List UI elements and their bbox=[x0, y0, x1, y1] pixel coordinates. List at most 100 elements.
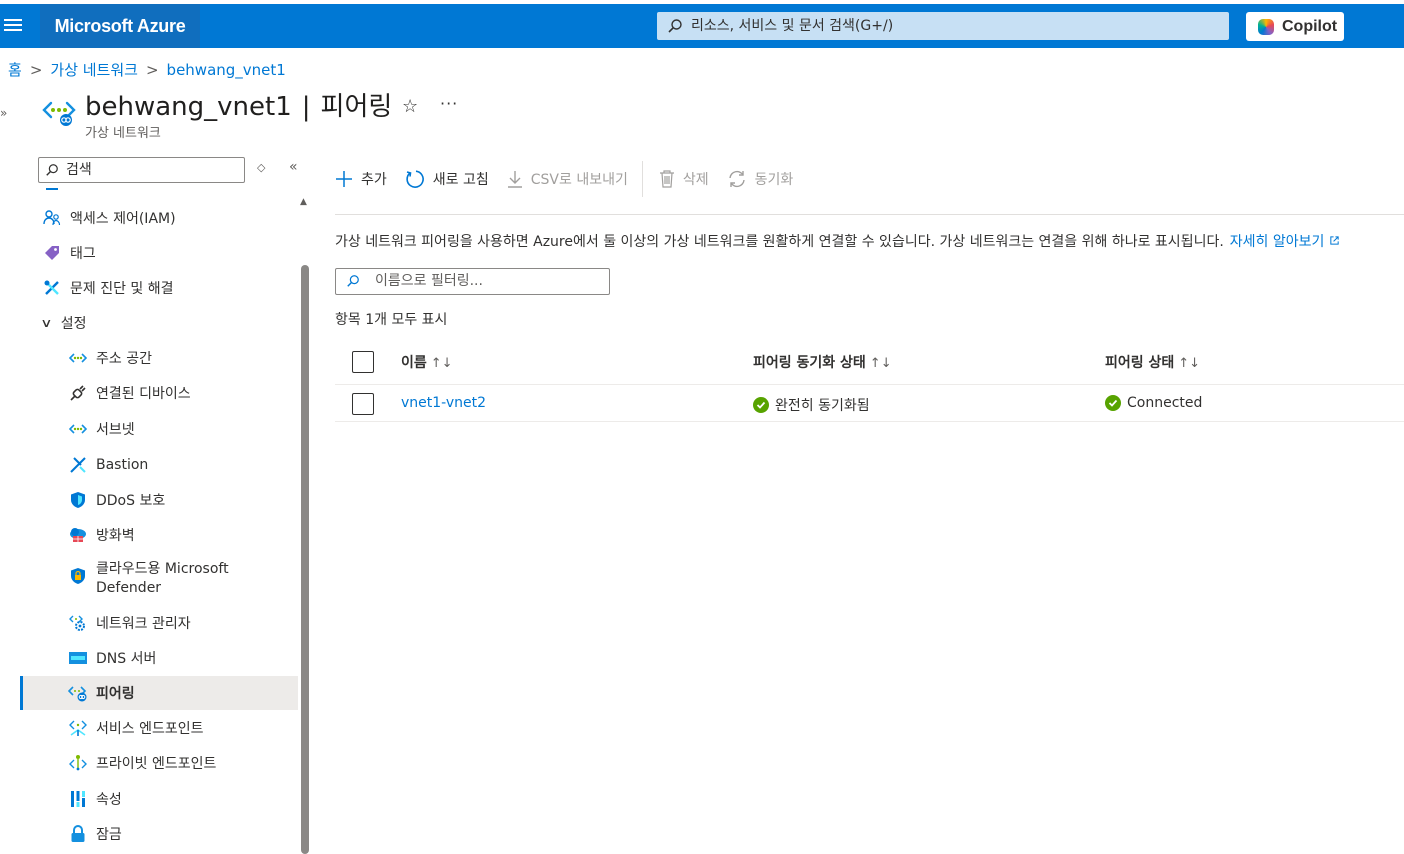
sidebar-item-tags[interactable]: 태그 bbox=[20, 236, 298, 270]
sidebar-item-label: DNS 서버 bbox=[96, 651, 157, 667]
column-header-label: 이름 bbox=[401, 355, 427, 371]
service-endpoint-icon bbox=[68, 718, 88, 738]
chevron-down-icon: ∨ bbox=[40, 316, 53, 330]
virtual-network-icon bbox=[42, 101, 76, 126]
sidebar-item-connected-devices[interactable]: 연결된 디바이스 bbox=[20, 376, 298, 410]
sync-label: 동기화 bbox=[754, 172, 794, 188]
sidebar-group-settings[interactable]: ∨ 설정 bbox=[20, 306, 298, 340]
global-search-input[interactable]: 리소스, 서비스 및 문서 검색(G+/) bbox=[657, 12, 1229, 40]
sidebar-item-ddos[interactable]: DDoS 보호 bbox=[20, 483, 298, 517]
sidebar-item-label: DDoS 보호 bbox=[96, 493, 166, 509]
sidebar-item-address-space[interactable]: 주소 공간 bbox=[20, 341, 298, 375]
export-csv-button[interactable]: CSV로 내보내기 bbox=[507, 169, 628, 189]
delete-label: 삭제 bbox=[682, 172, 709, 188]
bastion-icon bbox=[68, 455, 88, 475]
lock-icon bbox=[68, 824, 88, 844]
scroll-up-arrow[interactable]: ▲ bbox=[300, 197, 307, 207]
title-divider: | bbox=[301, 92, 311, 122]
command-bar-divider bbox=[335, 214, 1404, 215]
sidebar-item-firewall[interactable]: 방화벽 bbox=[20, 518, 298, 552]
sidebar-item-properties[interactable]: 속성 bbox=[20, 782, 298, 816]
network-manager-icon bbox=[68, 613, 88, 633]
breadcrumb-separator: > bbox=[145, 61, 159, 79]
scroll-indicator bbox=[46, 188, 58, 190]
column-header-name[interactable]: 이름 ↑↓ bbox=[401, 352, 453, 372]
more-options-button[interactable]: ··· bbox=[440, 94, 458, 113]
brand-logo[interactable]: Microsoft Azure bbox=[40, 4, 200, 48]
sidebar-search-input[interactable]: 검색 bbox=[38, 157, 245, 183]
sidebar-item-network-manager[interactable]: 네트워크 관리자 bbox=[20, 606, 298, 640]
copilot-icon bbox=[1258, 19, 1274, 35]
sidebar-item-label: 방화벽 bbox=[96, 528, 135, 544]
column-header-peering-status[interactable]: 피어링 상태 ↑↓ bbox=[1105, 352, 1200, 372]
copilot-label: Copilot bbox=[1282, 18, 1338, 35]
sidebar-item-dns-servers[interactable]: DNS 서버 bbox=[20, 641, 298, 675]
copilot-button[interactable]: Copilot bbox=[1246, 12, 1344, 41]
description-text: 가상 네트워크 피어링을 사용하면 Azure에서 둘 이상의 가상 네트워크를… bbox=[335, 234, 1224, 250]
toolbar-divider bbox=[641, 161, 643, 197]
column-header-sync-status[interactable]: 피어링 동기화 상태 ↑↓ bbox=[753, 352, 892, 372]
people-icon bbox=[42, 208, 62, 228]
menu-icon[interactable] bbox=[4, 16, 22, 34]
sidebar-item-service-endpoints[interactable]: 서비스 엔드포인트 bbox=[20, 711, 298, 745]
peering-name-link[interactable]: vnet1-vnet2 bbox=[401, 395, 486, 411]
sidebar-item-label: 속성 bbox=[96, 792, 122, 808]
breadcrumb: 홈 > 가상 네트워크 > behwang_vnet1 bbox=[8, 59, 286, 80]
sidebar-item-label: 잠금 bbox=[96, 827, 122, 843]
check-circle-icon bbox=[753, 397, 769, 413]
peering-icon bbox=[68, 683, 88, 703]
breadcrumb-home[interactable]: 홈 bbox=[8, 61, 22, 79]
table-row: vnet1-vnet2 완전히 동기화됨 Connected bbox=[335, 385, 1404, 422]
top-bar: Microsoft Azure 리소스, 서비스 및 문서 검색(G+/) Co… bbox=[0, 4, 1404, 48]
sidebar-item-diagnose[interactable]: 문제 진단 및 해결 bbox=[20, 271, 298, 305]
sort-icon: ↑↓ bbox=[1178, 356, 1201, 371]
peering-status-text: Connected bbox=[1127, 395, 1203, 411]
item-count: 항목 1개 모두 표시 bbox=[335, 312, 448, 328]
sidebar-item-peerings[interactable]: 피어링 bbox=[20, 676, 298, 710]
sort-icon: ↑↓ bbox=[869, 356, 892, 371]
table-header: 이름 ↑↓ 피어링 동기화 상태 ↑↓ 피어링 상태 ↑↓ bbox=[335, 340, 1404, 385]
sidebar-item-iam[interactable]: 액세스 제어(IAM) bbox=[20, 201, 298, 235]
tag-icon bbox=[42, 243, 62, 263]
expand-collapse-icon[interactable]: ◇ bbox=[257, 161, 265, 174]
trash-icon bbox=[659, 170, 675, 188]
sidebar-item-label: 네트워크 관리자 bbox=[96, 616, 191, 632]
sidebar-item-label: 설정 bbox=[60, 316, 87, 332]
add-button[interactable]: 추가 bbox=[335, 169, 387, 189]
breadcrumb-vnet[interactable]: behwang_vnet1 bbox=[167, 61, 286, 79]
select-all-checkbox[interactable] bbox=[352, 351, 374, 373]
breadcrumb-separator: > bbox=[29, 61, 43, 79]
sidebar-item-subnets[interactable]: 서브넷 bbox=[20, 412, 298, 446]
sidebar-item-locks[interactable]: 잠금 bbox=[20, 817, 298, 851]
expand-panel-icon[interactable]: » bbox=[0, 106, 7, 120]
filter-placeholder: 이름으로 필터링... bbox=[375, 273, 483, 289]
export-csv-label: CSV로 내보내기 bbox=[530, 172, 628, 188]
sidebar-item-label: 액세스 제어(IAM) bbox=[70, 211, 176, 227]
resource-type-subtitle: 가상 네트워크 bbox=[85, 126, 161, 141]
learn-more-link[interactable]: 자세히 알아보기 bbox=[1230, 234, 1340, 250]
sync-icon bbox=[727, 170, 747, 188]
sidebar-item-label: Bastion bbox=[96, 457, 149, 473]
sidebar-item-private-endpoints[interactable]: 프라이빗 엔드포인트 bbox=[20, 746, 298, 780]
sidebar-scrollbar[interactable] bbox=[301, 265, 309, 854]
defender-icon bbox=[68, 566, 88, 586]
check-circle-icon bbox=[1105, 395, 1121, 411]
refresh-label: 새로 고침 bbox=[432, 172, 489, 188]
sidebar-item-bastion[interactable]: Bastion bbox=[20, 448, 298, 482]
sidebar-item-defender[interactable]: 클라우드용 Microsoft Defender bbox=[20, 556, 298, 602]
star-icon[interactable]: ☆ bbox=[402, 96, 418, 117]
sync-status-text: 완전히 동기화됨 bbox=[775, 398, 870, 414]
name-filter-input[interactable]: 이름으로 필터링... bbox=[335, 268, 610, 295]
breadcrumb-virtual-networks[interactable]: 가상 네트워크 bbox=[50, 61, 138, 79]
sidebar-item-label: 클라우드용 Microsoft Defender bbox=[96, 561, 229, 596]
search-icon bbox=[46, 164, 58, 176]
sidebar-item-label: 서브넷 bbox=[96, 422, 135, 438]
row-checkbox[interactable] bbox=[352, 393, 374, 415]
sync-button[interactable]: 동기화 bbox=[727, 169, 794, 189]
global-search-placeholder: 리소스, 서비스 및 문서 검색(G+/) bbox=[691, 18, 894, 34]
external-link-icon bbox=[1330, 236, 1339, 245]
delete-button[interactable]: 삭제 bbox=[659, 169, 709, 189]
collapse-sidebar-icon[interactable]: « bbox=[289, 159, 298, 175]
search-icon bbox=[668, 19, 682, 33]
refresh-button[interactable]: 새로 고침 bbox=[405, 169, 489, 189]
